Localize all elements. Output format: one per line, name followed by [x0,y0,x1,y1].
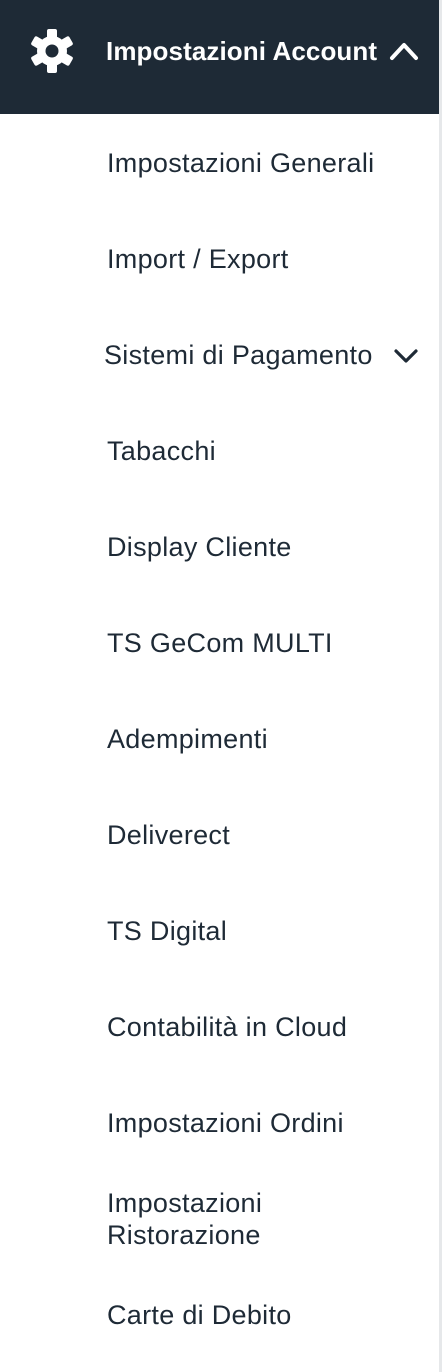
account-settings-header[interactable]: Impostazioni Account [0,0,439,114]
menu-item-sistemi-di-pagamento[interactable]: Sistemi di Pagamento [0,339,439,371]
menu-item-carte-di-debito[interactable]: Carte di Debito [0,1299,439,1331]
menu-item-ts-digital[interactable]: TS Digital [0,915,439,947]
account-settings-sidebar: Impostazioni Account Impostazioni Genera… [0,0,442,1372]
menu-item-label: TS GeCom MULTI [107,628,333,658]
menu-item-adempimenti[interactable]: Adempimenti [0,723,439,755]
menu-item-impostazioni-ordini[interactable]: Impostazioni Ordini [0,1107,439,1139]
menu-item-label: Deliverect [107,820,231,850]
menu-item-label: Impostazioni Ordini [107,1108,344,1138]
menu-item-display-cliente[interactable]: Display Cliente [0,531,439,563]
menu-item-label: Display Cliente [107,532,292,562]
menu-item-ts-gecom-multi[interactable]: TS GeCom MULTI [0,627,439,659]
menu-item-tabacchi[interactable]: Tabacchi [0,435,439,467]
menu-item-label: Import / Export [107,244,289,274]
menu-item-import-export[interactable]: Import / Export [0,243,439,275]
menu-item-label: TS Digital [107,916,228,946]
menu-item-label: Sistemi di Pagamento [104,340,373,370]
menu-item-label: Impostazioni Generali [107,148,375,178]
menu-item-label: Tabacchi [107,436,216,466]
menu-item-impostazioni-ristorazione[interactable]: Impostazioni Ristorazione [0,1187,439,1251]
menu-item-contabilita-in-cloud[interactable]: Contabilità in Cloud [0,1011,439,1043]
menu-item-label: Carte di Debito [107,1300,292,1330]
menu-item-label: Adempimenti [107,724,268,754]
menu-item-label: Impostazioni Ristorazione [107,1188,263,1250]
gear-icon [31,29,73,73]
header-title: Impostazioni Account [106,36,378,66]
menu-item-impostazioni-generali[interactable]: Impostazioni Generali [0,147,439,179]
chevron-down-icon[interactable] [392,345,420,367]
menu-item-deliverect[interactable]: Deliverect [0,819,439,851]
chevron-up-icon[interactable] [388,36,420,64]
menu-item-label: Contabilità in Cloud [107,1012,348,1042]
